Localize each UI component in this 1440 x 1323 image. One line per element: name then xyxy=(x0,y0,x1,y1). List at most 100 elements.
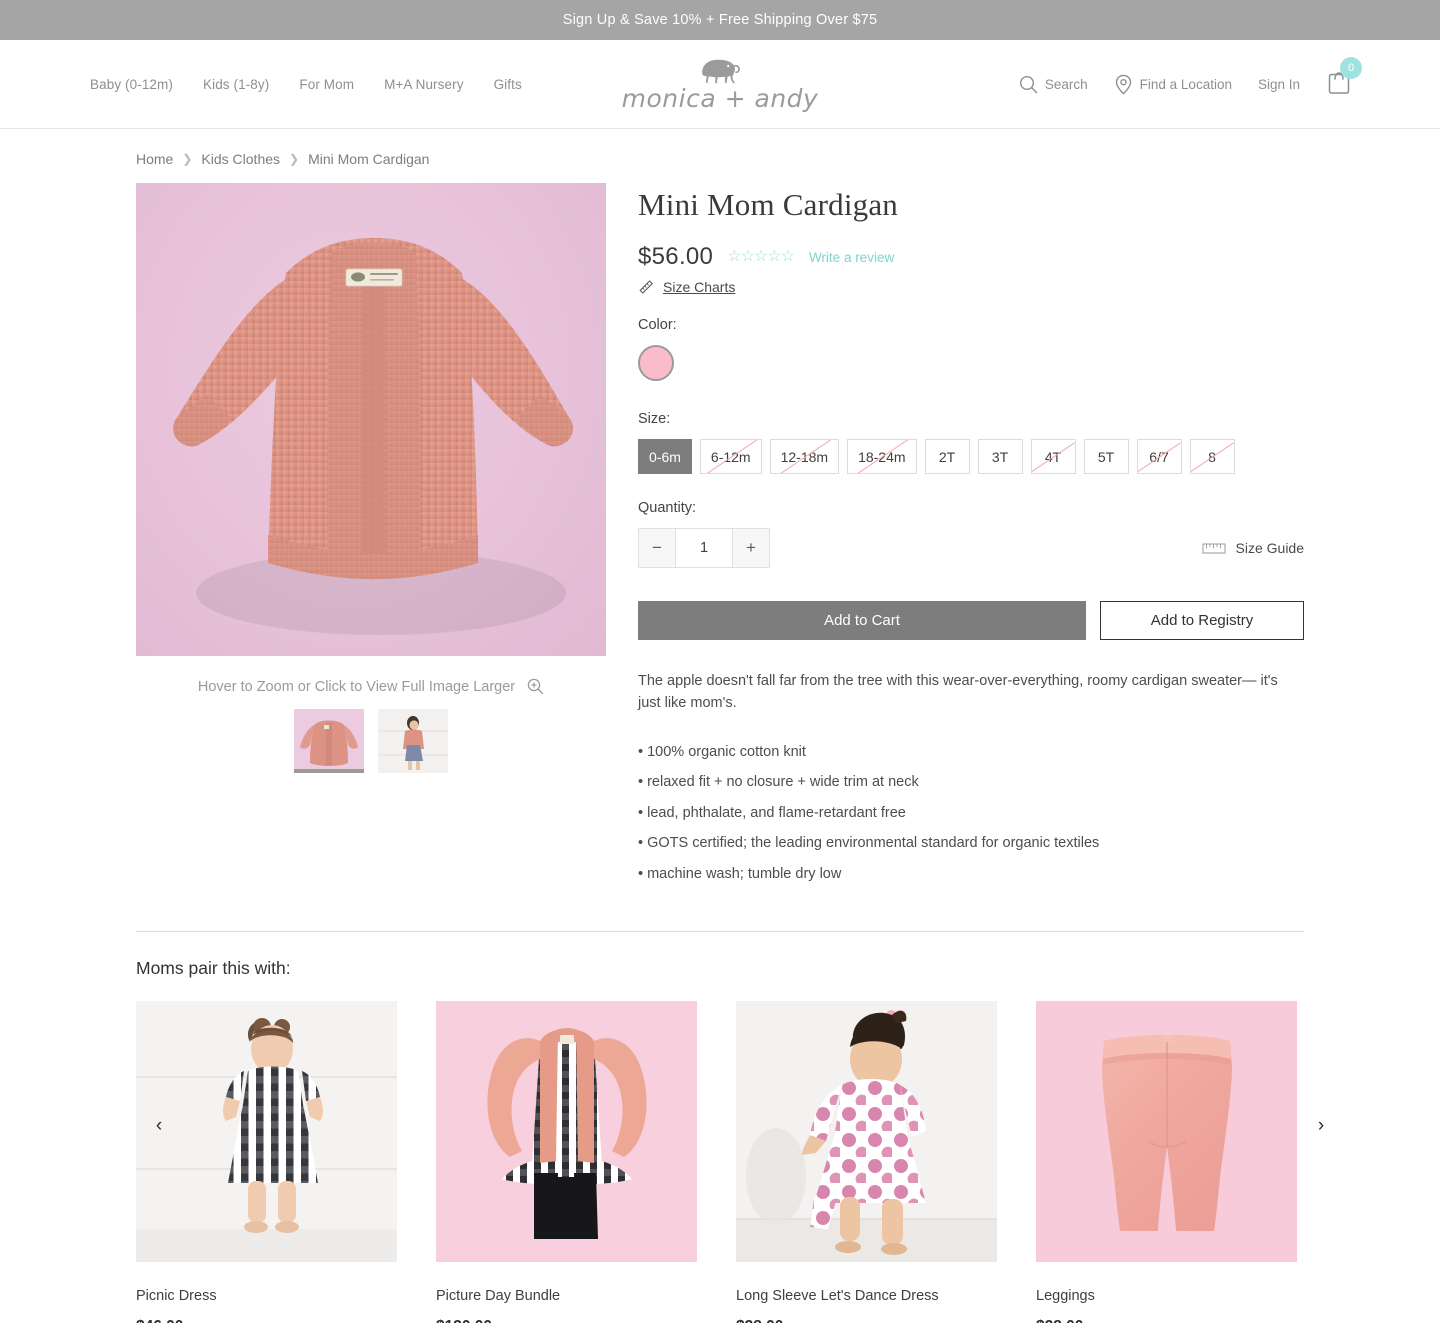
size-option-18-24m[interactable]: 18-24m xyxy=(847,439,917,474)
feature-item: • machine wash; tumble dry low xyxy=(638,865,842,882)
nav-item-baby[interactable]: Baby (0-12m) xyxy=(90,77,173,92)
feature-item: • GOTS certified; the leading environmen… xyxy=(638,835,1100,852)
size-charts-label: Size Charts xyxy=(663,278,736,295)
size-guide-link[interactable]: Size Guide xyxy=(1202,540,1304,557)
logo-wordmark: monica + andy xyxy=(621,84,819,113)
related-card-list: Picnic Dress $46.00 View 1 color xyxy=(136,1001,1304,1323)
search-label: Search xyxy=(1044,76,1088,92)
sign-in-link[interactable]: Sign In xyxy=(1258,77,1300,92)
breadcrumb-separator: ❯ xyxy=(182,152,193,166)
sign-in-label: Sign In xyxy=(1257,76,1300,92)
nav-item-kids[interactable]: Kids (1-8y) xyxy=(203,77,269,92)
product-card-image[interactable] xyxy=(1036,1001,1297,1263)
size-option-0-6m[interactable]: 0-6m xyxy=(638,439,692,474)
star-5: ☆ xyxy=(780,248,795,265)
product-card-name: Leggings xyxy=(1036,1288,1095,1305)
product-feature-list: • 100% organic cotton knit • relaxed fit… xyxy=(638,737,1304,889)
color-swatch-pink[interactable] xyxy=(638,345,674,381)
color-label: Color: xyxy=(638,317,677,333)
size-option-5t[interactable]: 5T xyxy=(1083,439,1129,474)
map-pin-icon xyxy=(1115,74,1131,95)
product-card-price: $28.00 xyxy=(1036,1304,1297,1323)
size-option-6-7[interactable]: 6/7 xyxy=(1136,439,1182,474)
related-products-section: Moms pair this with: ‹ › Picnic Dress Pi… xyxy=(0,932,1440,1323)
product-card-name: Picnic Dress xyxy=(136,1288,217,1305)
rating-stars[interactable]: ☆ ☆ ☆ ☆ ☆ xyxy=(727,248,795,265)
find-location-label: Find a Location xyxy=(1139,76,1232,92)
size-options: 0-6m 6-12m 12-18m 18-24m 2T 3T 4T 5T 6/7… xyxy=(638,439,1304,474)
tape-measure-icon xyxy=(1202,543,1226,553)
search-button[interactable]: Search xyxy=(1019,75,1088,94)
feature-item: • lead, phthalate, and flame-retardant f… xyxy=(638,804,906,821)
product-card[interactable]: Picnic Dress $46.00 View 1 color xyxy=(136,1001,397,1323)
quantity-row: − 1 + Size Guide xyxy=(638,528,1304,568)
size-option-4t[interactable]: 4T xyxy=(1030,439,1076,474)
ruler-icon xyxy=(639,280,653,294)
thumbnail-1[interactable] xyxy=(294,709,364,773)
primary-nav: Baby (0-12m) Kids (1-8y) For Mom M+A Nur… xyxy=(90,77,522,92)
size-option-2t[interactable]: 2T xyxy=(924,439,970,474)
product-card-name: Long Sleeve Let's Dance Dress xyxy=(736,1288,939,1305)
thumbnail-model-image xyxy=(378,709,448,773)
search-icon xyxy=(1019,75,1038,93)
breadcrumb-home[interactable]: Home xyxy=(136,151,173,167)
thumbnail-strip xyxy=(136,709,606,773)
feature-item: • 100% organic cotton knit xyxy=(638,743,806,760)
quantity-increment-button[interactable]: + xyxy=(733,529,769,567)
zoom-in-icon xyxy=(527,678,544,695)
size-option-8[interactable]: 8 xyxy=(1189,439,1235,474)
product-card-price: $46.00 xyxy=(136,1304,397,1323)
quantity-label: Quantity: xyxy=(638,500,697,516)
related-heading: Moms pair this with: xyxy=(136,958,291,979)
product-card[interactable]: Long Sleeve Let's Dance Dress $38.00 Vie… xyxy=(736,1001,997,1323)
star-3: ☆ xyxy=(753,248,768,265)
size-charts-link[interactable]: Size Charts xyxy=(638,278,1304,295)
product-card-price: $130.00 xyxy=(436,1304,697,1323)
add-to-registry-button[interactable]: Add to Registry xyxy=(1100,601,1304,640)
color-swatches xyxy=(638,345,1304,381)
breadcrumb-kids-clothes[interactable]: Kids Clothes xyxy=(201,151,280,167)
lets-dance-dress-photo xyxy=(736,1001,997,1263)
carousel-next-button[interactable]: › xyxy=(1308,1113,1334,1139)
quantity-value[interactable]: 1 xyxy=(675,529,733,567)
product-card-image[interactable] xyxy=(136,1001,397,1263)
size-label: Size: xyxy=(638,411,671,427)
cta-row: Add to Cart Add to Registry xyxy=(638,601,1304,640)
zoom-hint[interactable]: Hover to Zoom or Click to View Full Imag… xyxy=(136,656,606,709)
elephant-icon xyxy=(702,59,741,84)
nav-item-nursery[interactable]: M+A Nursery xyxy=(384,77,464,92)
find-location-button[interactable]: Find a Location xyxy=(1114,74,1232,95)
breadcrumb-separator: ❯ xyxy=(289,152,300,166)
star-2: ☆ xyxy=(740,248,755,265)
size-option-6-12m[interactable]: 6-12m xyxy=(699,439,762,474)
cart-count-badge: 0 xyxy=(1340,57,1362,79)
promo-banner: Sign Up & Save 10% + Free Shipping Over … xyxy=(0,0,1440,40)
star-1: ☆ xyxy=(727,248,741,265)
write-review-link[interactable]: Write a review xyxy=(809,250,894,265)
product-card[interactable]: Leggings $28.00 View all 5 colors xyxy=(1036,1001,1297,1323)
main-product-image[interactable] xyxy=(136,183,606,656)
star-4: ☆ xyxy=(767,248,781,265)
related-carousel: ‹ › Picnic Dress Picture Day Bundle Long… xyxy=(136,1001,1324,1323)
quantity-stepper: − 1 + xyxy=(638,528,770,568)
carousel-prev-button[interactable]: ‹ xyxy=(146,1113,172,1139)
nav-item-for-mom[interactable]: For Mom xyxy=(299,77,354,92)
product-card-image[interactable] xyxy=(436,1001,697,1263)
size-guide-label: Size Guide xyxy=(1235,540,1304,556)
product-card[interactable]: Picture Day Bundle $130.00 View 1 color xyxy=(436,1001,697,1323)
nav-item-gifts[interactable]: Gifts xyxy=(494,77,522,92)
product-card-name: Picture Day Bundle xyxy=(436,1288,561,1305)
size-option-3t[interactable]: 3T xyxy=(977,439,1023,474)
size-option-12-18m[interactable]: 12-18m xyxy=(769,439,840,474)
cardigan-photo xyxy=(173,238,573,635)
feature-item: • relaxed fit + no closure + wide trim a… xyxy=(638,774,919,791)
leggings-photo xyxy=(1036,1001,1297,1263)
cart-button[interactable]: 0 xyxy=(1326,57,1362,100)
add-to-cart-button[interactable]: Add to Cart xyxy=(638,601,1086,640)
product-gallery: Hover to Zoom or Click to View Full Imag… xyxy=(136,183,606,889)
thumbnail-2[interactable] xyxy=(378,709,448,773)
quantity-decrement-button[interactable]: − xyxy=(639,529,675,567)
product-card-image[interactable] xyxy=(736,1001,997,1263)
site-logo[interactable]: monica + andy xyxy=(622,57,819,111)
breadcrumb: Home ❯ Kids Clothes ❯ Mini Mom Cardigan xyxy=(136,129,1304,183)
